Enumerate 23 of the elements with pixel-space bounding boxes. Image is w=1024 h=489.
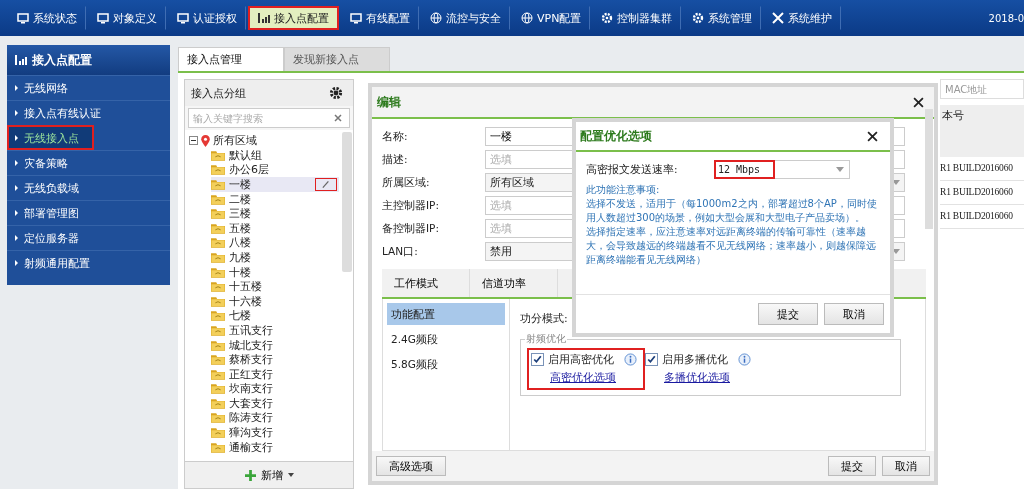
field-label: 功分模式:: [520, 311, 568, 326]
panel-title: 接入点分组: [191, 85, 246, 101]
sidebar-title: 接入点配置: [32, 51, 92, 69]
table-cell: R1 BUILD2016060: [940, 187, 1013, 197]
dialog-title: 编辑: [377, 93, 401, 111]
dialog-title: 配置优化选项: [580, 127, 652, 145]
checkbox-label: 启用高密优化: [548, 352, 614, 367]
table-cell: R1 BUILD2016060: [940, 211, 1013, 221]
field-label: LAN口:: [382, 244, 419, 259]
column-header: 本号: [942, 109, 964, 122]
group-title: 射频优化: [525, 332, 567, 346]
field-label: 名称:: [382, 129, 409, 144]
note-text: 选择指定速率，应注意速率对远距离终端的传输可靠性（速率越大，会导致越远的终端越看不见无线网络；速率越小，则越保障远距离终端能看见无线网络）: [586, 225, 877, 267]
field-label: 主控制器IP:: [382, 198, 440, 213]
field-label: 描述:: [382, 152, 409, 167]
field-label: 备控制器IP:: [382, 221, 440, 236]
note-text: 选择不发送，适用于（每1000m2之内，部署超过8个AP，同时使用人数超过300的场景，例如大型会展和大型电子产品卖场）。: [586, 197, 878, 225]
table-cell: R1 BUILD2016060: [940, 163, 1013, 173]
date-text: 2018-0: [988, 12, 1024, 24]
field-label: 高密报文发送速率:: [586, 162, 679, 177]
note-text: 此功能注意事项:: [586, 183, 661, 197]
field-label: 所属区域:: [382, 175, 431, 190]
checkbox-label: 启用多播优化: [662, 352, 728, 367]
